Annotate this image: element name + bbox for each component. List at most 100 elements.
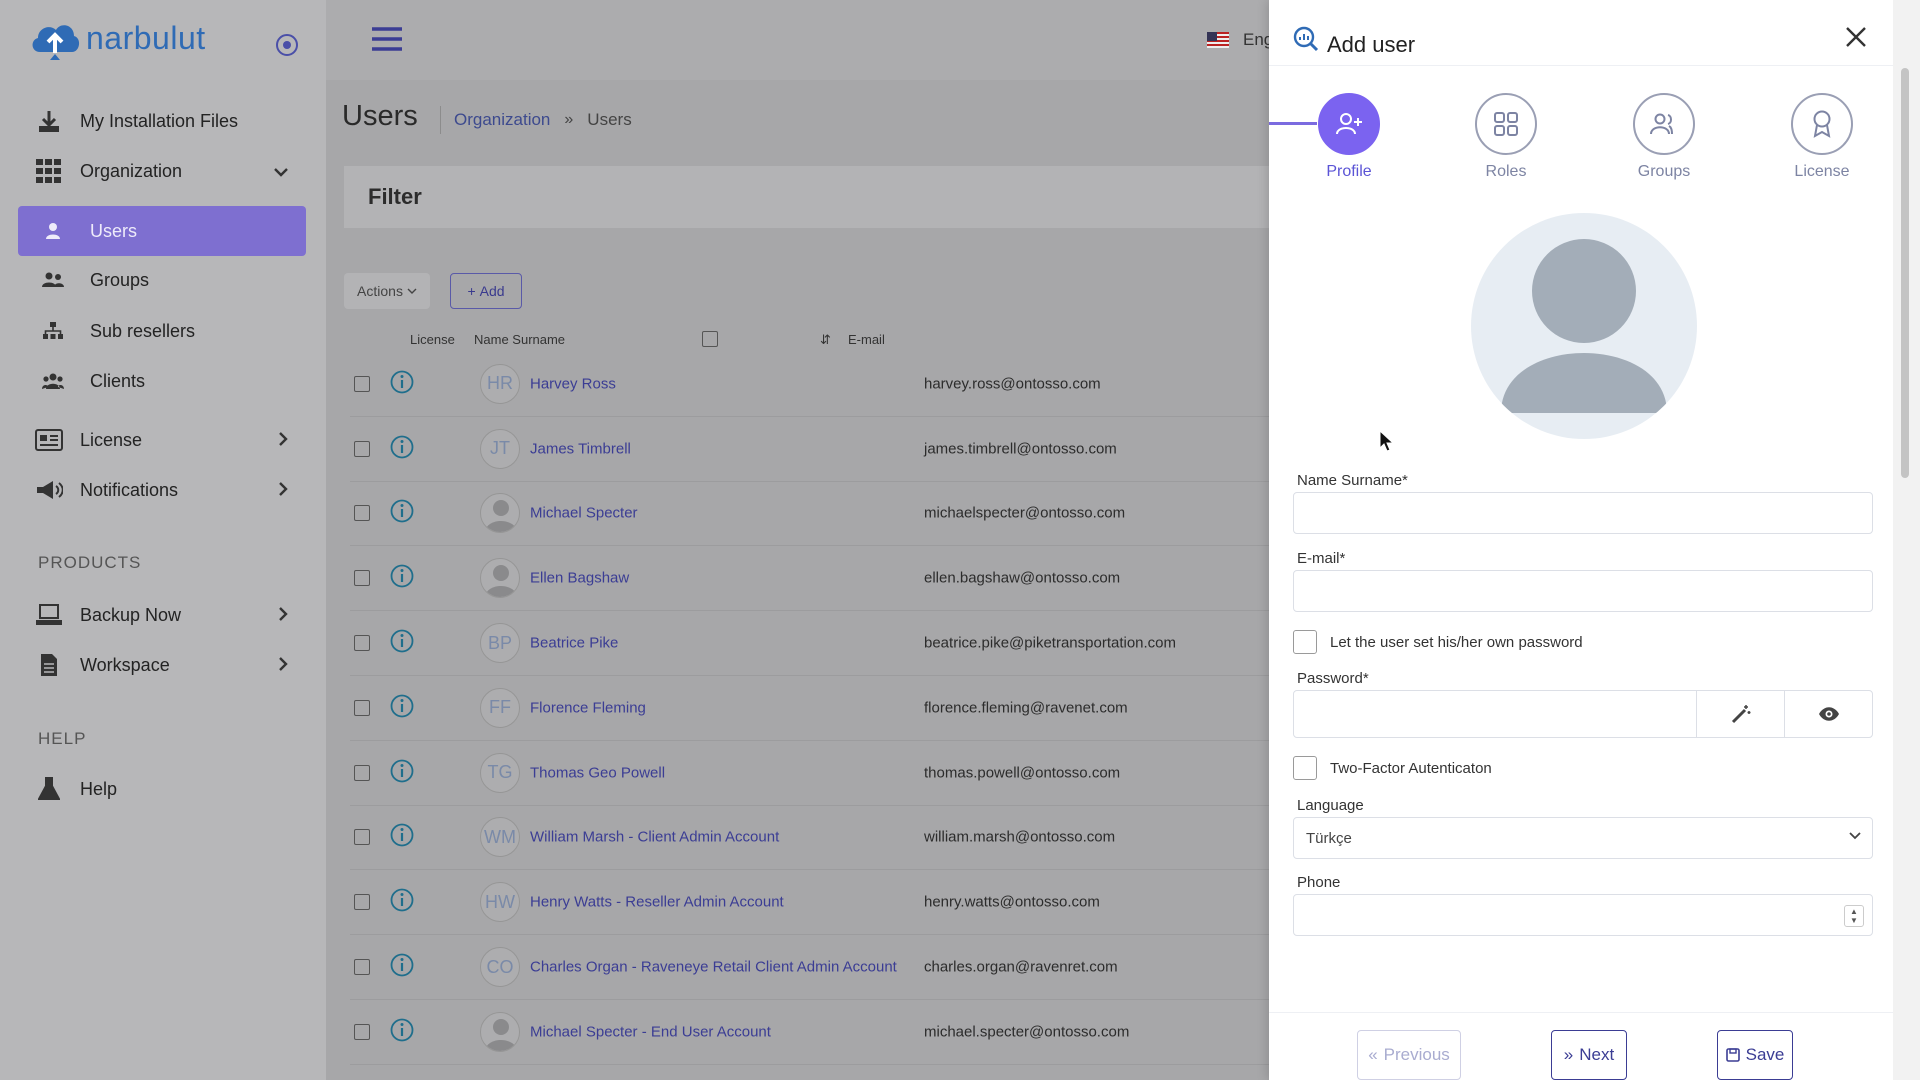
row-checkbox[interactable] — [354, 764, 370, 781]
sidebar-item-organization[interactable]: Organization — [18, 148, 306, 194]
breadcrumb-users: Users — [587, 110, 632, 129]
avatar — [480, 1011, 520, 1052]
row-checkbox[interactable] — [354, 505, 370, 522]
column-name-surname[interactable]: Name Surname — [474, 332, 565, 347]
info-icon[interactable] — [390, 953, 414, 981]
step-profile[interactable]: Profile — [1318, 93, 1380, 181]
row-checkbox[interactable] — [354, 699, 370, 716]
row-checkbox[interactable] — [354, 829, 370, 846]
sidebar-item-groups[interactable]: Groups — [18, 257, 306, 303]
previous-button[interactable]: « Previous — [1357, 1030, 1461, 1080]
user-name-link[interactable]: William Marsh - Client Admin Account — [530, 829, 779, 846]
next-button[interactable]: » Next — [1551, 1030, 1627, 1080]
password-label: Password* — [1297, 670, 1369, 687]
table-row[interactable]: Michael Specter - End User Account michae… — [350, 1000, 1400, 1065]
number-stepper-icon[interactable]: ▲ ▼ — [1844, 905, 1864, 927]
sidebar-item-users[interactable]: Users — [18, 206, 306, 256]
profile-avatar-upload[interactable] — [1471, 213, 1697, 439]
table-row[interactable]: TG Thomas Geo Powell thomas.powell@ontosso… — [350, 741, 1400, 806]
email-input[interactable] — [1293, 570, 1873, 612]
info-icon[interactable] — [390, 629, 414, 657]
sidebar-item-help[interactable]: Help — [18, 766, 306, 812]
info-icon[interactable] — [390, 694, 414, 722]
info-icon[interactable] — [390, 564, 414, 592]
step-groups[interactable]: Groups — [1633, 93, 1695, 181]
sidebar-item-clients[interactable]: Clients — [18, 358, 306, 404]
sort-icon[interactable]: ⇵ — [820, 332, 831, 348]
table-row[interactable]: BP Beatrice Pike beatrice.pike@piketranspo… — [350, 611, 1400, 676]
row-checkbox[interactable] — [354, 1023, 370, 1040]
user-email: james.timbrell@ontosso.com — [924, 440, 1117, 458]
save-button[interactable]: Save — [1717, 1030, 1793, 1080]
own-password-label: Let the user set his/her own password — [1330, 633, 1583, 651]
breadcrumb-organization[interactable]: Organization — [454, 110, 550, 130]
user-name-link[interactable]: James Timbrell — [530, 440, 631, 457]
user-name-link[interactable]: Thomas Geo Powell — [530, 764, 665, 781]
sidebar-item-notifications[interactable]: Notifications — [18, 467, 306, 513]
info-icon[interactable] — [390, 823, 414, 851]
row-checkbox[interactable] — [354, 570, 370, 587]
column-email[interactable]: E-mail — [848, 332, 885, 347]
table-row[interactable]: FF Florence Fleming florence.fleming@raven… — [350, 676, 1400, 741]
table-row[interactable]: WM William Marsh - Client Admin Account wi… — [350, 806, 1400, 871]
user-name-link[interactable]: Florence Fleming — [530, 699, 646, 716]
sidebar-item-backup-now[interactable]: Backup Now — [18, 592, 306, 638]
own-password-checkbox[interactable] — [1293, 630, 1317, 654]
user-name-link[interactable]: Harvey Ross — [530, 375, 616, 392]
info-icon[interactable] — [390, 370, 414, 398]
table-row[interactable]: HR Harvey Ross harvey.ross@ontosso.com — [350, 352, 1400, 417]
info-icon[interactable] — [390, 759, 414, 787]
info-icon[interactable] — [390, 888, 414, 916]
step-license[interactable]: License — [1791, 93, 1853, 181]
mouse-cursor-icon — [1379, 430, 1393, 452]
user-email: ellen.bagshaw@ontosso.com — [924, 569, 1121, 587]
row-checkbox[interactable] — [354, 959, 370, 976]
info-icon[interactable] — [390, 435, 414, 463]
filter-panel[interactable]: Filter — [344, 166, 1394, 228]
avatar: JT — [480, 428, 520, 469]
two-factor-checkbox[interactable] — [1293, 756, 1317, 780]
user-name-link[interactable]: Michael Specter — [530, 505, 638, 522]
user-name-link[interactable]: Michael Specter - End User Account — [530, 1023, 771, 1040]
row-checkbox[interactable] — [354, 375, 370, 392]
add-user-button[interactable]: + Add — [450, 273, 522, 309]
avatar — [480, 558, 520, 599]
show-password-button[interactable] — [1784, 691, 1872, 737]
column-license[interactable]: License — [410, 332, 455, 347]
sidebar-item-sub-resellers[interactable]: Sub resellers — [18, 308, 306, 354]
row-checkbox[interactable] — [354, 635, 370, 652]
user-email: beatrice.pike@piketransportation.com — [924, 634, 1177, 652]
table-row[interactable]: JT James Timbrell james.timbrell@ontosso.c… — [350, 417, 1400, 482]
language-selector[interactable]: Eng — [1207, 30, 1273, 50]
table-row[interactable]: HW Henry Watts - Reseller Admin Account he… — [350, 870, 1400, 936]
phone-input[interactable]: ▲ ▼ — [1293, 894, 1873, 936]
info-icon[interactable] — [390, 1018, 414, 1046]
app-logo[interactable]: narbulut — [28, 16, 206, 60]
user-name-link[interactable]: Charles Organ - Raveneye Retail Client A… — [530, 959, 897, 976]
actions-dropdown-button[interactable]: Actions — [344, 273, 430, 309]
table-row[interactable]: CO Charles Organ - Raveneye Retail Client… — [350, 935, 1400, 1000]
generate-password-button[interactable] — [1696, 691, 1784, 737]
table-row[interactable]: Michael Specter michaelspecter@ontosso.co… — [350, 482, 1400, 547]
drawer-scrollbar[interactable] — [1893, 0, 1920, 1080]
close-button[interactable] — [1845, 26, 1867, 53]
table-row[interactable]: Ellen Bagshaw ellen.bagshaw@ontosso.com — [350, 546, 1400, 612]
user-name-link[interactable]: Henry Watts - Reseller Admin Account — [530, 894, 784, 911]
language-select[interactable]: Türkçe — [1293, 817, 1873, 859]
sidebar-item-workspace[interactable]: Workspace — [18, 642, 306, 688]
user-name-link[interactable]: Ellen Bagshaw — [530, 570, 629, 587]
select-all-checkbox[interactable] — [702, 331, 718, 347]
sidebar-item-installation-files[interactable]: My Installation Files — [18, 98, 306, 144]
user-placeholder-icon — [485, 500, 517, 533]
user-name-link[interactable]: Beatrice Pike — [530, 635, 618, 652]
scrollbar-thumb[interactable] — [1901, 68, 1909, 478]
step-roles[interactable]: Roles — [1475, 93, 1537, 181]
sidebar-item-license[interactable]: License — [18, 417, 306, 463]
info-icon[interactable] — [390, 499, 414, 527]
menu-toggle-button[interactable] — [372, 26, 402, 57]
password-input[interactable] — [1294, 691, 1696, 737]
name-surname-input[interactable] — [1293, 492, 1873, 534]
sidebar-toggle-button[interactable] — [274, 32, 300, 63]
row-checkbox[interactable] — [354, 894, 370, 911]
row-checkbox[interactable] — [354, 440, 370, 457]
